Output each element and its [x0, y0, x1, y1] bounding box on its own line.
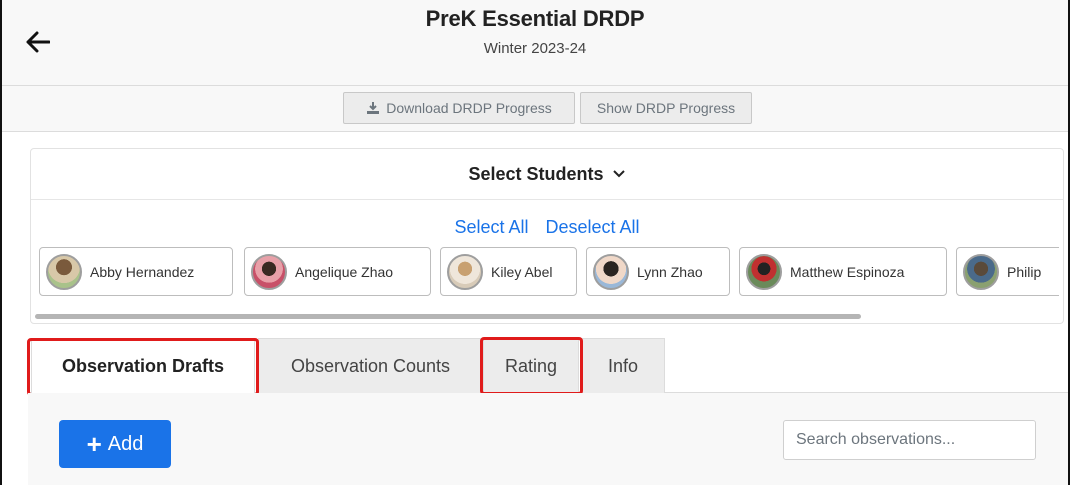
add-label: Add [107, 432, 144, 455]
student-list[interactable]: Abby Hernandez Angelique Zhao Kiley Abel… [39, 247, 1059, 303]
select-students-toggle[interactable]: Select Students [31, 149, 1063, 200]
add-observation-button[interactable]: + Add [59, 420, 171, 468]
plus-icon: + [86, 429, 102, 459]
avatar [447, 253, 483, 290]
tab-info[interactable]: Info [581, 338, 665, 393]
student-selector-card: Select Students Select All Deselect All … [30, 148, 1064, 324]
show-progress-button[interactable]: Show DRDP Progress [580, 92, 752, 124]
avatar [251, 253, 287, 290]
student-name: Abby Hernandez [90, 263, 195, 280]
student-chip[interactable]: Lynn Zhao [586, 247, 730, 296]
tab-rating[interactable]: Rating [483, 338, 579, 393]
download-progress-button[interactable]: Download DRDP Progress [343, 92, 575, 124]
page-subtitle: Winter 2023-24 [483, 40, 587, 57]
chevron-down-icon [612, 169, 626, 179]
show-progress-label: Show DRDP Progress [596, 100, 736, 116]
student-name: Kiley Abel [491, 263, 553, 280]
student-name: Lynn Zhao [637, 263, 703, 280]
download-icon [366, 101, 380, 115]
page-title: PreK Essential DRDP [425, 6, 645, 31]
select-all-link[interactable]: Select All [454, 217, 528, 237]
student-name: Matthew Espinoza [790, 263, 905, 280]
avatar [46, 253, 82, 290]
avatar [963, 253, 999, 290]
search-observations-input[interactable] [783, 420, 1036, 460]
student-chip[interactable]: Kiley Abel [440, 247, 577, 296]
download-progress-label: Download DRDP Progress [386, 100, 552, 116]
student-name: Philip [1007, 263, 1042, 280]
tab-observation-counts[interactable]: Observation Counts [258, 338, 483, 393]
student-list-scrollbar[interactable] [35, 314, 861, 319]
tab-observation-drafts[interactable]: Observation Drafts [31, 338, 255, 394]
student-chip[interactable]: Philip [956, 247, 1059, 296]
frame-border-right [1068, 0, 1070, 485]
student-chip[interactable]: Abby Hernandez [39, 247, 233, 296]
student-chip[interactable]: Angelique Zhao [244, 247, 431, 296]
avatar [593, 253, 629, 290]
avatar [746, 253, 782, 290]
student-chip[interactable]: Matthew Espinoza [739, 247, 947, 296]
page-header: PreK Essential DRDP Winter 2023-24 [2, 0, 1068, 86]
deselect-all-link[interactable]: Deselect All [546, 217, 640, 237]
student-name: Angelique Zhao [295, 263, 394, 280]
selection-links: Select All Deselect All [31, 217, 1063, 238]
select-students-title: Select Students [468, 163, 604, 184]
toolbar: Download DRDP Progress Show DRDP Progres… [2, 86, 1068, 132]
